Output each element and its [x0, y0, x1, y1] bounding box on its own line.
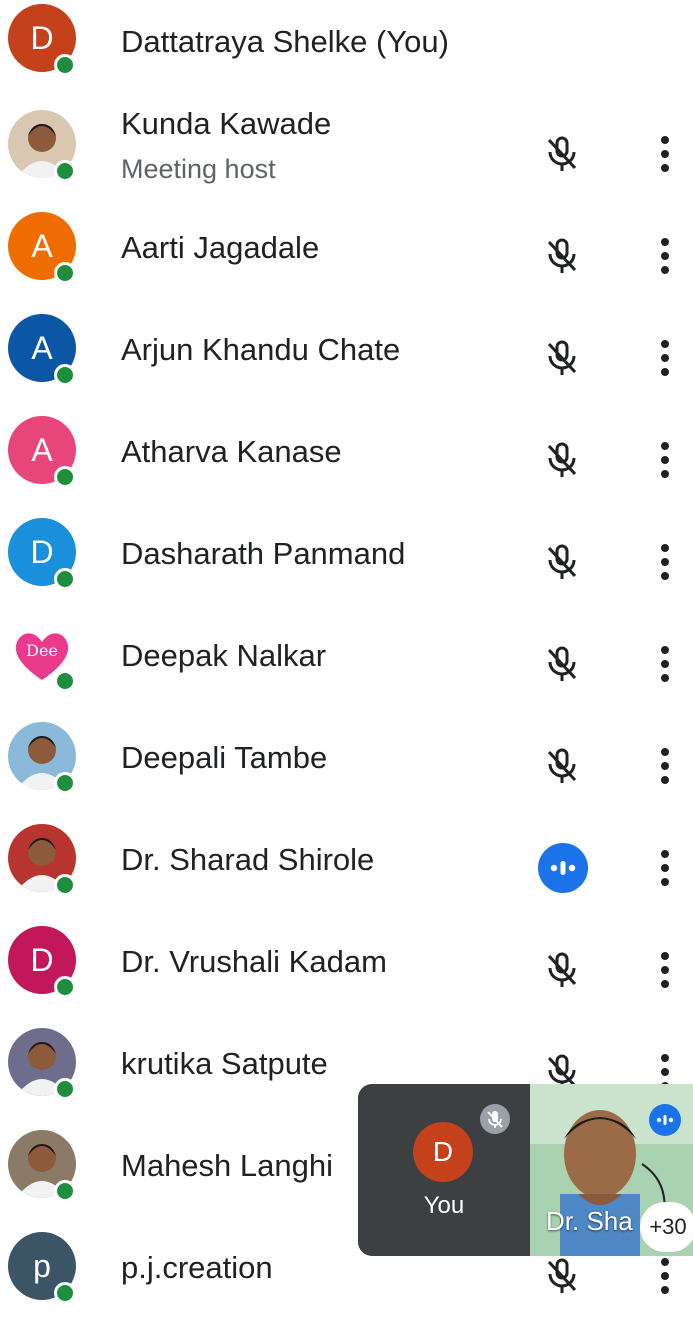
more-options-icon[interactable]: [650, 438, 680, 482]
floating-video-panel[interactable]: D You Dr. Sha +30: [358, 1084, 693, 1256]
participant-name: Dr. Sharad Shirole: [121, 842, 375, 877]
participant-row[interactable]: A Atharva Kanase: [0, 408, 693, 510]
participant-name: Aarti Jagadale: [121, 230, 320, 265]
online-status-dot: [54, 568, 76, 590]
mic-muted-icon: [540, 1254, 584, 1298]
mic-muted-icon: [540, 642, 584, 686]
participant-initial: D: [30, 19, 54, 56]
online-status-dot: [54, 1282, 76, 1304]
participant-initial: D: [30, 533, 54, 570]
mic-muted-icon: [540, 438, 584, 482]
participant-name: Deepak Nalkar: [121, 638, 327, 673]
more-options-icon[interactable]: [650, 948, 680, 992]
participant-name: Kunda Kawade: [121, 106, 332, 141]
participant-row[interactable]: A Arjun Khandu Chate: [0, 306, 693, 408]
more-options-icon[interactable]: [650, 1254, 680, 1298]
participant-row[interactable]: Dee Deepak Nalkar: [0, 612, 693, 714]
online-status-dot: [54, 160, 76, 182]
participant-name: Arjun Khandu Chate: [121, 332, 401, 367]
participant-name: Dasharath Panmand: [121, 536, 406, 571]
participant-name: Atharva Kanase: [121, 434, 342, 469]
participant-row[interactable]: D Dr. Vrushali Kadam: [0, 918, 693, 1020]
more-options-icon[interactable]: [650, 132, 680, 176]
participant-initial: p: [33, 1247, 51, 1284]
more-options-icon[interactable]: [650, 234, 680, 278]
participant-row[interactable]: D Dattatraya Shelke (You): [0, 0, 693, 102]
speaker-name-label: Dr. Sha: [546, 1206, 633, 1236]
participant-name: krutika Satpute: [121, 1046, 328, 1081]
online-status-dot: [54, 364, 76, 386]
svg-text:Dee: Dee: [26, 641, 58, 660]
mic-muted-icon: [540, 336, 584, 380]
online-status-dot: [54, 1078, 76, 1100]
participant-name: p.j.creation: [121, 1250, 273, 1285]
more-options-icon[interactable]: [650, 846, 680, 890]
participant-name: Deepali Tambe: [121, 740, 328, 775]
participant-row[interactable]: D Dasharath Panmand: [0, 510, 693, 612]
online-status-dot: [54, 54, 76, 76]
participant-row[interactable]: Deepali Tambe: [0, 714, 693, 816]
participant-row[interactable]: Kunda Kawade Meeting host: [0, 102, 693, 204]
mic-muted-icon: [540, 234, 584, 278]
self-avatar: D: [413, 1122, 473, 1182]
online-status-dot: [54, 1180, 76, 1202]
online-status-dot: [54, 874, 76, 896]
online-status-dot: [54, 772, 76, 794]
participant-name: Dr. Vrushali Kadam: [121, 944, 387, 979]
self-label: You: [423, 1192, 465, 1219]
more-options-icon[interactable]: [650, 540, 680, 584]
participant-row[interactable]: A Aarti Jagadale: [0, 204, 693, 306]
more-options-icon[interactable]: [650, 642, 680, 686]
online-status-dot: [54, 976, 76, 998]
talking-indicator-icon: [538, 843, 588, 893]
participant-initial: A: [31, 431, 53, 468]
speaker-talking-icon: [649, 1104, 681, 1136]
more-options-icon[interactable]: [650, 744, 680, 788]
more-participants-badge[interactable]: +30: [640, 1202, 693, 1252]
self-tile[interactable]: D You: [358, 1084, 530, 1256]
participant-row[interactable]: Dr. Sharad Shirole: [0, 816, 693, 918]
video-tile-speaker[interactable]: Dr. Sha +30: [530, 1084, 693, 1256]
participant-initial: A: [31, 329, 53, 366]
participant-name: Mahesh Langhi: [121, 1148, 333, 1183]
mic-muted-icon: [540, 948, 584, 992]
participant-name: Dattatraya Shelke (You): [121, 24, 449, 59]
more-options-icon[interactable]: [650, 336, 680, 380]
participant-role: Meeting host: [121, 154, 276, 184]
online-status-dot: [54, 466, 76, 488]
self-mic-muted-icon: [480, 1104, 510, 1134]
mic-muted-icon: [540, 132, 584, 176]
online-status-dot: [54, 670, 76, 692]
participant-initial: D: [30, 941, 54, 978]
participant-initial: A: [31, 227, 53, 264]
online-status-dot: [54, 262, 76, 284]
mic-muted-icon: [540, 540, 584, 584]
mic-muted-icon: [540, 744, 584, 788]
